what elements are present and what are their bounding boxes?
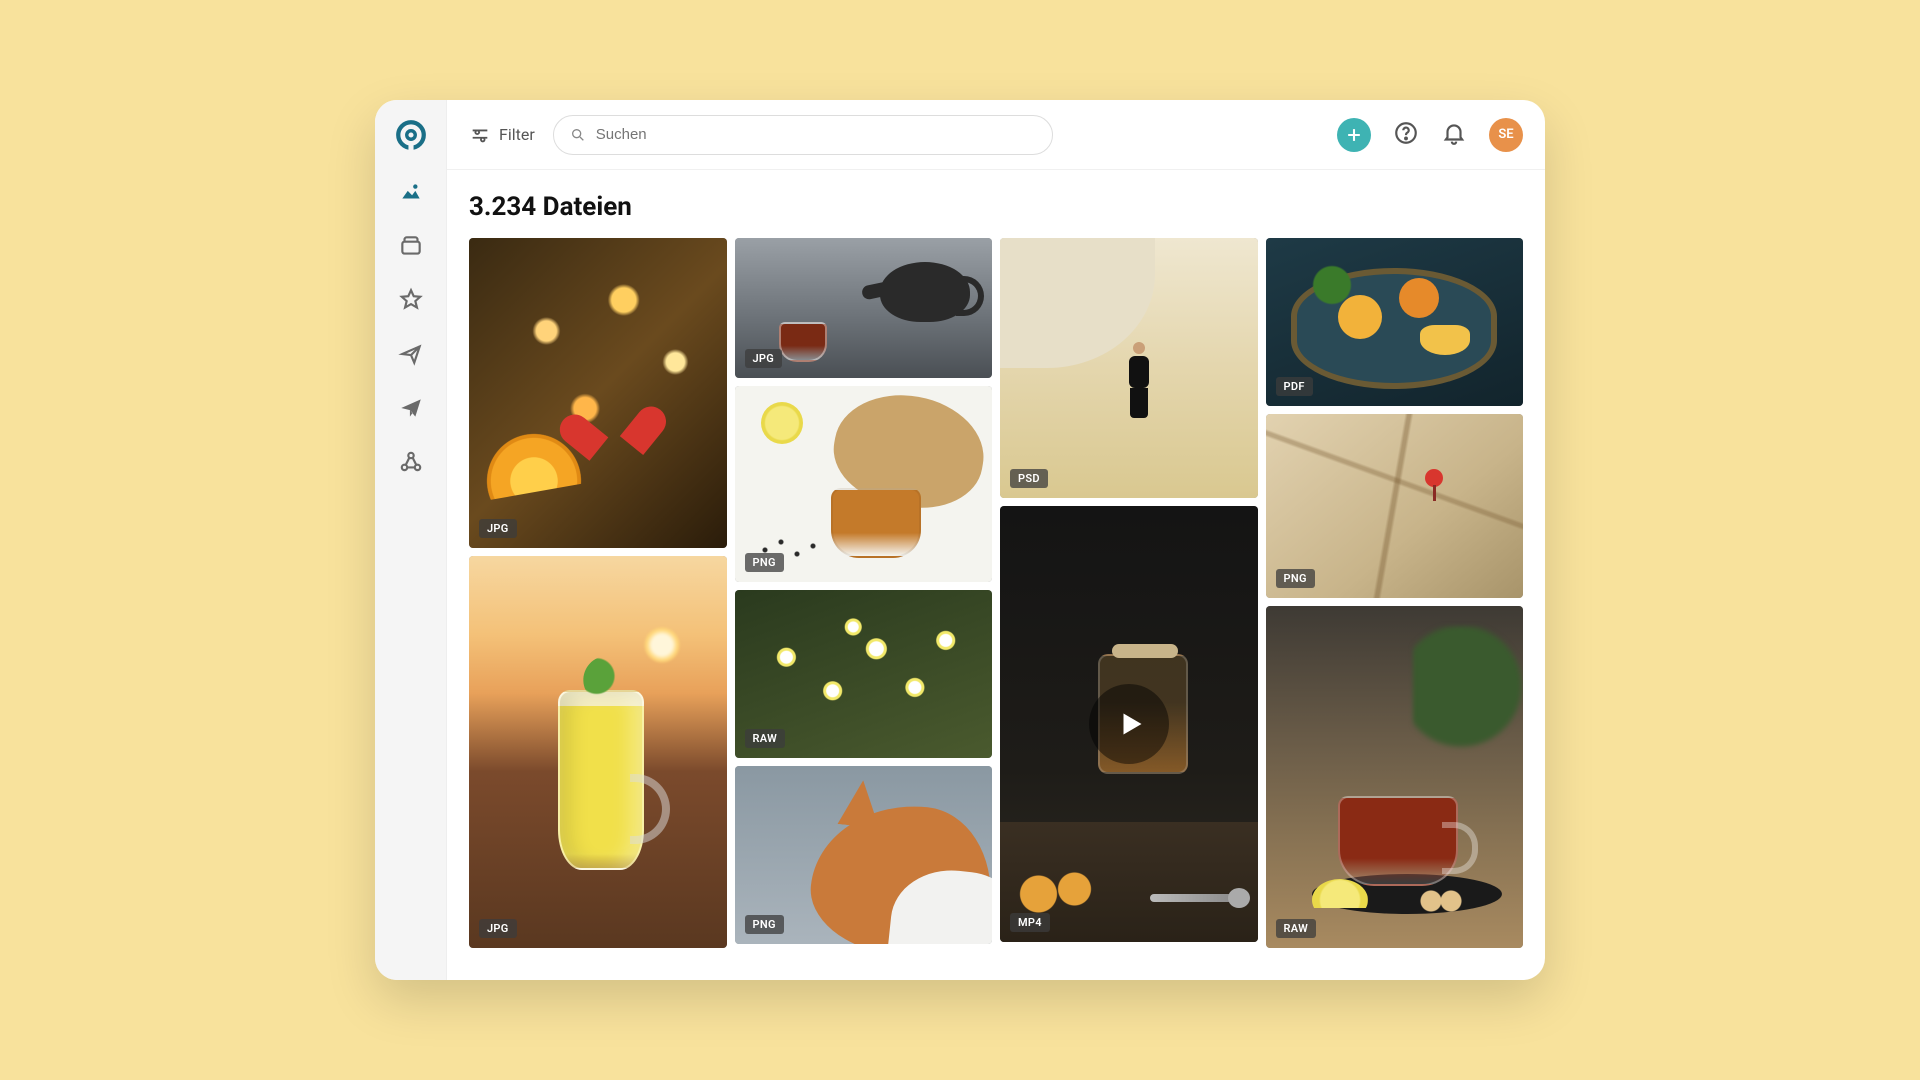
add-button[interactable] <box>1337 118 1371 152</box>
file-type-badge: PNG <box>745 915 784 934</box>
topbar: Filter SE <box>447 100 1545 170</box>
filter-label: Filter <box>499 125 535 144</box>
nav-network-icon[interactable] <box>397 448 425 476</box>
nav-send-icon[interactable] <box>397 394 425 422</box>
nav-favorites-icon[interactable] <box>397 286 425 314</box>
help-icon <box>1393 120 1419 146</box>
media-tile[interactable]: RAW <box>1266 606 1524 948</box>
search-field[interactable] <box>553 115 1053 155</box>
file-type-badge: MP4 <box>1010 913 1050 932</box>
gallery: JPG JPG JPG <box>469 238 1523 980</box>
file-type-badge: RAW <box>745 729 786 748</box>
search-input[interactable] <box>596 126 1036 143</box>
media-tile[interactable]: PNG <box>1266 414 1524 598</box>
top-actions: SE <box>1337 118 1523 152</box>
media-tile[interactable]: JPG <box>469 556 727 948</box>
help-button[interactable] <box>1393 120 1419 150</box>
notifications-button[interactable] <box>1441 120 1467 150</box>
play-icon <box>1089 684 1169 764</box>
file-type-badge: PSD <box>1010 469 1048 488</box>
nav-share-icon[interactable] <box>397 340 425 368</box>
file-type-badge: RAW <box>1276 919 1317 938</box>
app-logo[interactable] <box>394 118 428 152</box>
file-type-badge: JPG <box>479 919 517 938</box>
avatar-initials: SE <box>1498 127 1513 142</box>
plus-icon <box>1344 125 1364 145</box>
filter-button[interactable]: Filter <box>469 124 535 146</box>
media-tile[interactable]: PSD <box>1000 238 1258 498</box>
media-tile[interactable]: PDF <box>1266 238 1524 406</box>
bell-icon <box>1441 120 1467 146</box>
media-tile[interactable]: MP4 <box>1000 506 1258 942</box>
user-avatar[interactable]: SE <box>1489 118 1523 152</box>
file-type-badge: PNG <box>745 553 784 572</box>
search-icon <box>570 127 586 143</box>
app-window: Filter SE <box>375 100 1545 980</box>
file-type-badge: JPG <box>745 349 783 368</box>
page-title: 3.234 Dateien <box>469 192 1523 222</box>
media-tile[interactable]: JPG <box>469 238 727 548</box>
media-tile[interactable]: PNG <box>735 766 993 944</box>
file-type-badge: PNG <box>1276 569 1315 588</box>
file-type-badge: PDF <box>1276 377 1313 396</box>
media-tile[interactable]: RAW <box>735 590 993 758</box>
media-tile[interactable]: PNG <box>735 386 993 582</box>
file-type-badge: JPG <box>479 519 517 538</box>
main-area: Filter SE <box>447 100 1545 980</box>
media-tile[interactable]: JPG <box>735 238 993 378</box>
sidebar <box>375 100 447 980</box>
filter-icon <box>469 124 491 146</box>
nav-collections-icon[interactable] <box>397 232 425 260</box>
content: 3.234 Dateien JPG JPG <box>447 170 1545 980</box>
nav-media-icon[interactable] <box>397 178 425 206</box>
